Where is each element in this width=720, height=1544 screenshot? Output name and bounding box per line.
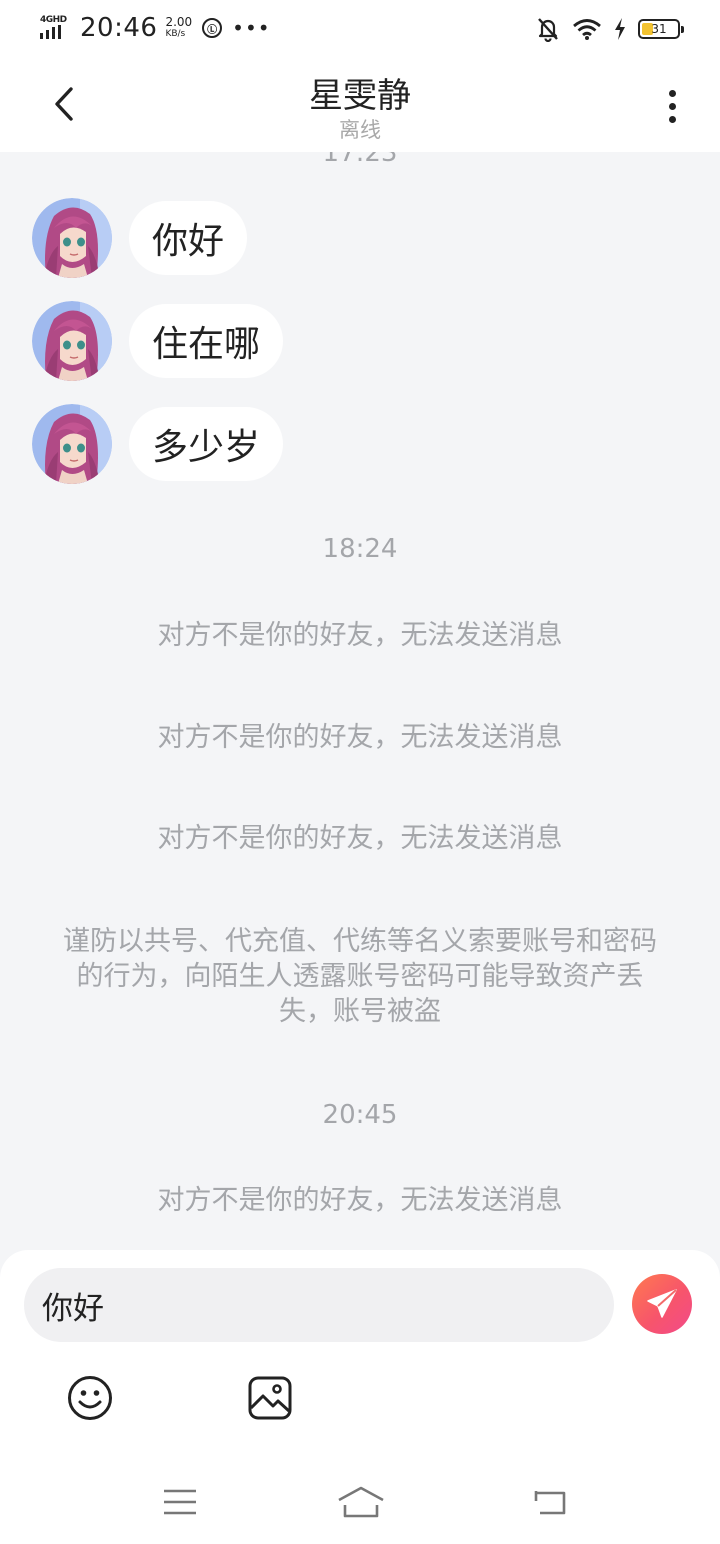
avatar[interactable] — [32, 404, 112, 484]
system-back-button[interactable] — [528, 1480, 572, 1524]
battery-icon: 31 — [638, 19, 684, 39]
network-speed-unit: KB/s — [165, 29, 186, 39]
clock: 20:46 — [80, 13, 158, 43]
anime-girl-avatar — [32, 198, 112, 278]
emoji-button[interactable] — [66, 1374, 114, 1422]
mute-bell-icon — [538, 18, 558, 42]
cellular-signal-icon: 4GHD — [40, 15, 70, 41]
chat-header: 星雯静 离线 — [0, 56, 720, 152]
network-type: 4GHD — [40, 15, 67, 25]
anime-girl-avatar — [32, 404, 112, 484]
back-icon — [534, 1491, 566, 1515]
message-bubble[interactable]: 多少岁 — [129, 407, 284, 481]
menu-icon — [164, 1489, 196, 1515]
menu-button[interactable] — [158, 1480, 202, 1524]
image-icon — [248, 1376, 292, 1420]
more-notifications-icon: ••• — [232, 16, 271, 40]
message-row: 住在哪 — [32, 301, 284, 381]
vertical-dots-icon — [668, 89, 676, 97]
timestamp: 18:24 — [322, 534, 398, 564]
app-notification-icon: Ⓛ — [202, 18, 223, 38]
message-row: 你好 — [32, 198, 248, 278]
contact-status: 离线 — [339, 118, 381, 142]
system-notice: 对方不是你的好友，无法发送消息 — [157, 1185, 563, 1216]
message-row: 多少岁 — [32, 404, 284, 484]
navigation-bar — [0, 1460, 720, 1544]
avatar[interactable] — [32, 198, 112, 278]
paper-plane-icon — [647, 1289, 677, 1318]
anime-girl-avatar — [32, 301, 112, 381]
battery-level: 31 — [651, 22, 667, 36]
network-speed-value: 2.00 — [165, 15, 193, 29]
home-icon — [338, 1486, 384, 1518]
contact-name: 星雯静 — [309, 76, 411, 116]
send-button[interactable] — [632, 1274, 692, 1334]
system-notice: 对方不是你的好友，无法发送消息 — [157, 823, 563, 854]
system-notice: 对方不是你的好友，无法发送消息 — [157, 620, 563, 651]
home-button[interactable] — [334, 1480, 388, 1524]
chat-messages[interactable]: 17:23 你好 住在哪 多少岁 18:24 对方不是你的好友，无法发送消息 对… — [0, 152, 720, 1250]
smiley-icon — [68, 1376, 112, 1420]
status-bar: 4GHD 20:46 2.00 KB/s Ⓛ ••• 31 — [0, 0, 720, 56]
image-button[interactable] — [246, 1374, 294, 1422]
more-options-button[interactable] — [652, 82, 692, 130]
message-bubble[interactable]: 你好 — [129, 201, 248, 275]
avatar[interactable] — [32, 301, 112, 381]
timestamp: 20:45 — [322, 1100, 398, 1130]
system-notice: 对方不是你的好友，无法发送消息 — [157, 722, 563, 753]
message-bubble[interactable]: 住在哪 — [129, 304, 284, 378]
charging-bolt-icon — [615, 18, 625, 40]
timestamp: 17:23 — [322, 152, 398, 168]
network-speed: 2.00 KB/s — [165, 16, 192, 40]
message-input[interactable]: 你好 — [24, 1268, 614, 1342]
wifi-icon — [573, 19, 601, 40]
security-warning: 谨防以共号、代充值、代练等名义索要账号和密码的行为，向陌生人透露账号密码可能导致… — [63, 926, 657, 1027]
